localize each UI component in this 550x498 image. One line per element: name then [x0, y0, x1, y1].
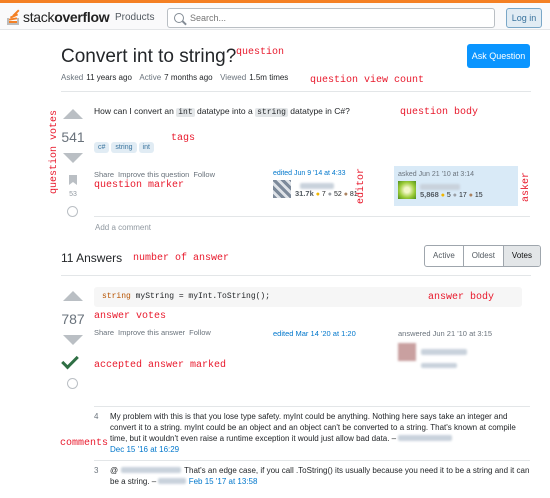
ask-question-button[interactable]: Ask Question — [467, 44, 530, 68]
sort-tabs: Active Oldest Votes — [424, 245, 541, 267]
improve-question-link[interactable]: Improve this question — [118, 170, 189, 179]
annotation-question-marker: question marker — [94, 180, 185, 191]
annotation-accepted: accepted answer marked — [94, 360, 227, 371]
comment-author-redacted[interactable] — [158, 478, 187, 484]
comment-score: 4 — [94, 412, 99, 421]
annotation-number-of-answer: number of answer — [133, 253, 230, 264]
comment-item: 4 My problem with this is that you lose … — [94, 412, 516, 454]
annotation-view-count: question view count — [310, 75, 425, 86]
annotation-comments: comments — [60, 438, 109, 449]
accepted-check-icon — [61, 351, 79, 370]
comment-mention-redacted[interactable] — [121, 467, 182, 473]
answer-edited-timestamp[interactable]: edited Mar 14 '20 at 1:20 — [273, 329, 356, 338]
editor-reputation: 31.7k — [295, 188, 314, 198]
question-actions: Share Improve this question Follow — [94, 170, 219, 179]
follow-link[interactable]: Follow — [193, 170, 215, 179]
annotation-question: question — [236, 47, 285, 58]
question-body: How can I convert an int datatype into a… — [94, 106, 350, 117]
tab-oldest[interactable]: Oldest — [464, 246, 504, 266]
stackoverflow-logo[interactable]: stackoverflow — [6, 6, 110, 28]
add-comment-link[interactable]: Add a comment — [95, 223, 151, 232]
divider — [94, 216, 530, 217]
share-link[interactable]: Share — [94, 328, 114, 337]
question-title[interactable]: Convert int to string? — [61, 46, 236, 68]
comment-score: 3 — [94, 466, 99, 475]
question-meta: Asked 11 years ago Active 7 months ago Vie… — [61, 73, 289, 82]
bookmark-icon[interactable] — [69, 175, 77, 185]
comment-author-redacted[interactable] — [398, 435, 453, 441]
editor-avatar[interactable] — [273, 180, 291, 198]
answerer-stats-redacted — [421, 363, 457, 368]
asker-reputation: 5,868 — [420, 189, 439, 199]
answer-upvote-icon[interactable] — [63, 291, 83, 301]
active-value: 7 months ago — [164, 73, 213, 82]
tab-votes[interactable]: Votes — [503, 246, 540, 266]
divider — [61, 91, 531, 92]
answer-vote-count: 787 — [61, 311, 85, 327]
asker-card: asked Jun 21 '10 at 3:14 5,868 ● 5 ● 17 … — [394, 166, 518, 206]
answers-count: 11 Answers — [61, 251, 123, 265]
annotation-tags: tags — [171, 133, 196, 144]
editor-card: edited Jun 9 '14 at 4:33 31.7k ● 7 ● 52 … — [273, 170, 358, 198]
tag-string[interactable]: string — [111, 142, 137, 153]
downvote-icon[interactable] — [63, 153, 83, 163]
logo-icon — [6, 9, 20, 25]
comment-date[interactable]: Feb 15 '17 at 13:58 — [189, 477, 258, 486]
annotation-editor: editor — [356, 168, 367, 205]
upvote-icon[interactable] — [63, 109, 83, 119]
answerer-name-redacted[interactable] — [421, 349, 467, 355]
comment-date[interactable]: Dec 15 '16 at 16:29 — [110, 445, 179, 454]
follow-link[interactable]: Follow — [189, 328, 211, 337]
search-icon — [174, 13, 184, 23]
bookmark-count: 53 — [69, 191, 77, 198]
tab-active[interactable]: Active — [425, 246, 464, 266]
question-vote-count: 541 — [61, 129, 85, 145]
login-button[interactable]: Log in — [506, 8, 542, 28]
history-icon[interactable] — [67, 206, 78, 217]
tag-csharp[interactable]: c# — [94, 142, 110, 153]
annotation-asker: asker — [521, 172, 532, 203]
asked-value: 11 years ago — [86, 73, 132, 82]
edited-timestamp[interactable]: edited Jun 9 '14 at 4:33 — [273, 170, 358, 177]
answerer-card: answered Jun 21 '10 at 3:15 — [398, 329, 492, 370]
search-box[interactable] — [167, 8, 495, 28]
answered-timestamp: answered Jun 21 '10 at 3:15 — [398, 329, 492, 338]
search-input[interactable] — [190, 13, 470, 23]
annotation-question-body: question body — [400, 107, 479, 118]
share-link[interactable]: Share — [94, 170, 114, 179]
answerer-avatar[interactable] — [398, 343, 416, 361]
annotation-answer-body: answer body — [428, 292, 495, 303]
answer-history-icon[interactable] — [67, 378, 78, 389]
tag-list: c# string int — [94, 136, 156, 154]
annotation-question-votes: question votes — [49, 110, 60, 195]
divider — [61, 275, 531, 276]
divider — [94, 406, 530, 407]
improve-answer-link[interactable]: Improve this answer — [118, 328, 185, 337]
asked-timestamp: asked Jun 21 '10 at 3:14 — [398, 171, 475, 178]
nav-products[interactable]: Products — [115, 12, 154, 23]
tag-int[interactable]: int — [138, 142, 154, 153]
top-bar: stackoverflow Products Log in — [0, 0, 550, 30]
comment-item: 3 @ That's an edge case, if you call .ToS… — [94, 466, 530, 486]
answer-downvote-icon[interactable] — [63, 335, 83, 345]
annotation-answer-votes: answer votes — [94, 311, 167, 322]
viewed-value: 1.5m times — [249, 73, 289, 82]
asker-avatar[interactable] — [398, 181, 416, 199]
answer-actions: Share Improve this answer Follow — [94, 328, 215, 337]
divider — [94, 460, 530, 461]
